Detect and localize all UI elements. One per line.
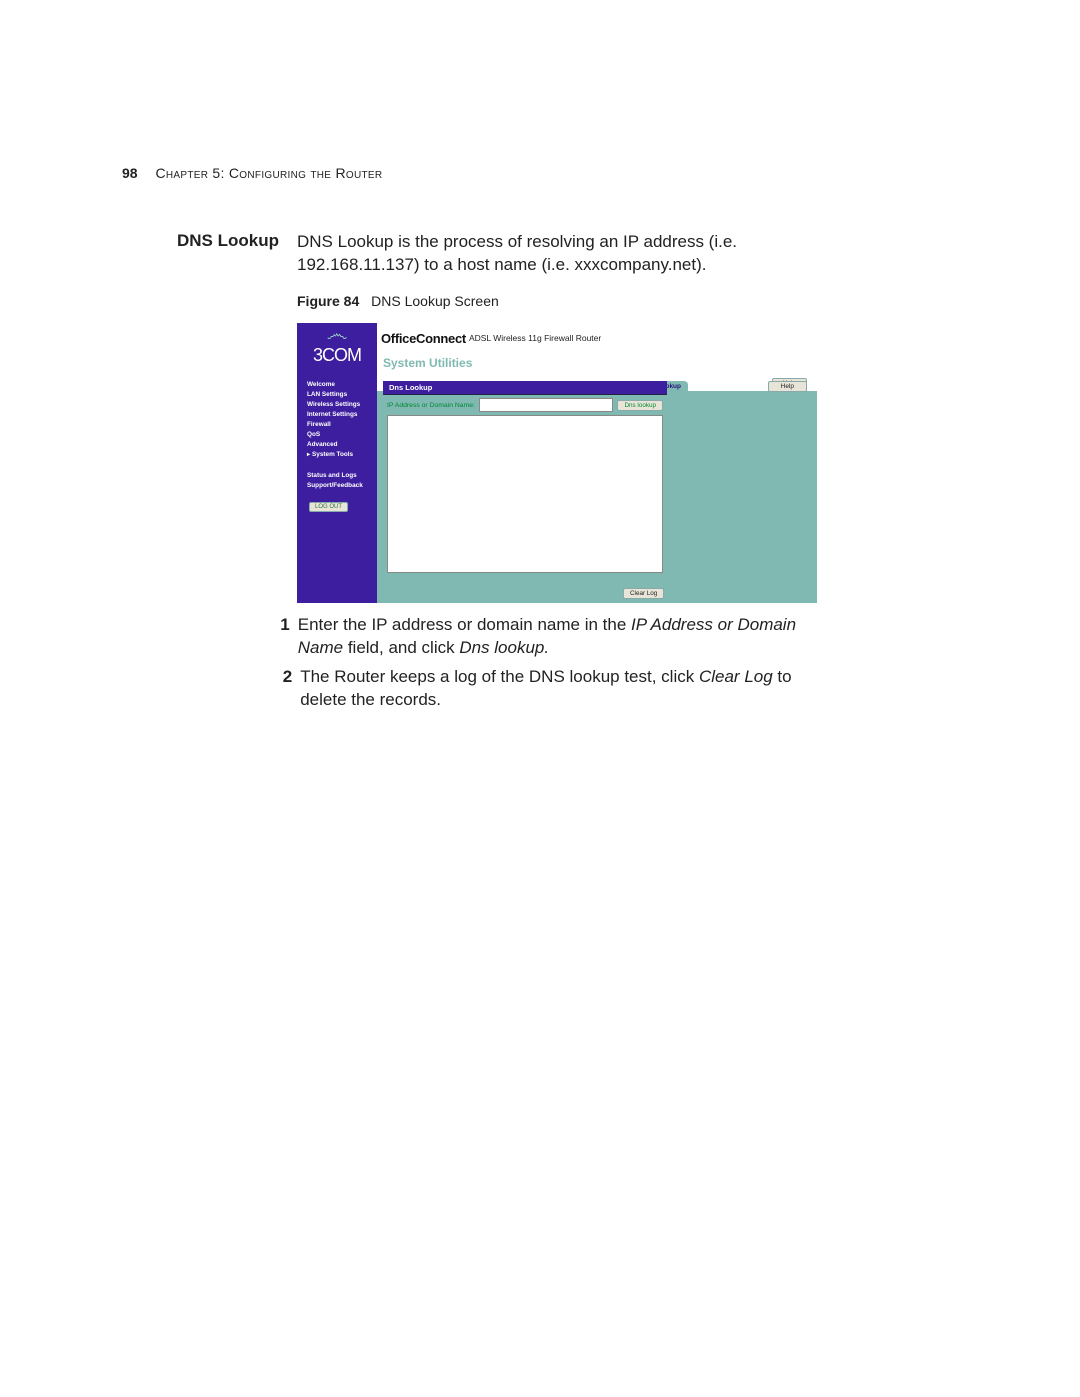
logo: ෴ 3COM [297, 323, 377, 377]
step-2-number: 2 [276, 666, 292, 712]
step-list: 1 Enter the IP address or domain name in… [276, 614, 816, 718]
sidebar-item-lan[interactable]: LAN Settings [307, 391, 377, 398]
page-number: 98 [122, 165, 138, 181]
section-heading: DNS Lookup [177, 231, 279, 251]
sidebar-item-qos[interactable]: QoS [307, 431, 377, 438]
step-1-number: 1 [276, 614, 290, 660]
sidebar-item-wireless[interactable]: Wireless Settings [307, 401, 377, 408]
step-2-text: The Router keeps a log of the DNS lookup… [300, 666, 816, 712]
help-button-panel[interactable]: Help [768, 381, 807, 392]
router-sidebar: ෴ 3COM Welcome LAN Settings Wireless Set… [297, 323, 377, 603]
lookup-form: IP Address or Domain Name: Dns lookup [383, 395, 667, 415]
sidebar-item-support[interactable]: Support/Feedback [307, 482, 377, 489]
router-section-title: System Utilities [377, 353, 817, 376]
chapter-title: Chapter 5: Configuring the Router [155, 165, 382, 181]
step-1-text: Enter the IP address or domain name in t… [298, 614, 816, 660]
logout-button[interactable]: LOG OUT [309, 502, 348, 512]
step-2: 2 The Router keeps a log of the DNS look… [276, 666, 816, 712]
figure-title: DNS Lookup Screen [371, 293, 499, 309]
sidebar-item-welcome[interactable]: Welcome [307, 381, 377, 388]
sidebar-item-advanced[interactable]: Advanced [307, 441, 377, 448]
ip-domain-input[interactable] [479, 398, 614, 412]
router-screenshot: ෴ 3COM Welcome LAN Settings Wireless Set… [297, 323, 817, 603]
product-name: OfficeConnect [381, 331, 466, 346]
page-header: 98 Chapter 5: Configuring the Router [122, 165, 382, 181]
sidebar-item-system-tools[interactable]: System Tools [307, 451, 377, 458]
lookup-label: IP Address or Domain Name: [387, 402, 475, 409]
product-subtitle: ADSL Wireless 11g Firewall Router [469, 333, 601, 343]
logo-swirl-icon: ෴ [297, 323, 377, 345]
router-title-bar: OfficeConnect ADSL Wireless 11g Firewall… [377, 323, 817, 353]
sidebar-nav: Welcome LAN Settings Wireless Settings I… [307, 381, 377, 458]
clear-log-button[interactable]: Clear Log [623, 588, 664, 599]
sidebar-item-firewall[interactable]: Firewall [307, 421, 377, 428]
sidebar-item-internet[interactable]: Internet Settings [307, 411, 377, 418]
lookup-log [387, 415, 663, 573]
figure-caption: Figure 84 DNS Lookup Screen [297, 293, 499, 309]
intro-text: DNS Lookup is the process of resolving a… [297, 231, 817, 277]
brand-text: 3COM [297, 345, 377, 366]
panel-header: Dns Lookup [383, 381, 667, 395]
figure-number: Figure 84 [297, 293, 359, 309]
step-1: 1 Enter the IP address or domain name in… [276, 614, 816, 660]
router-panel: Help Dns Lookup IP Address or Domain Nam… [383, 381, 807, 597]
sidebar-nav-secondary: Status and Logs Support/Feedback [307, 472, 377, 489]
router-main: OfficeConnect ADSL Wireless 11g Firewall… [377, 323, 817, 603]
sidebar-item-status[interactable]: Status and Logs [307, 472, 377, 479]
dns-lookup-button[interactable]: Dns lookup [617, 400, 663, 411]
